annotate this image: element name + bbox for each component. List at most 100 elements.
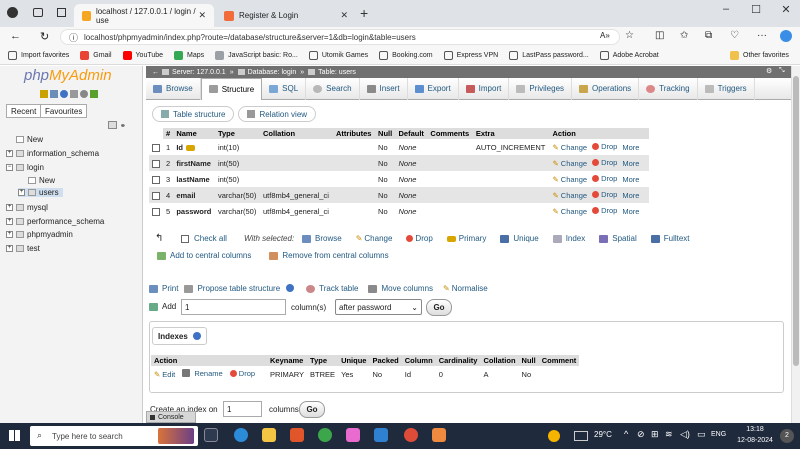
home-icon[interactable] xyxy=(40,90,48,98)
tab-tracking[interactable]: Tracking xyxy=(639,77,698,100)
bookmark-youtube[interactable]: YouTube xyxy=(122,51,163,60)
drop-button[interactable]: Drop xyxy=(592,190,617,199)
more-button[interactable]: More xyxy=(622,191,639,200)
tree-item-login[interactable]: − login xyxy=(6,163,44,172)
clock-date[interactable]: 12-08-2024 xyxy=(730,437,780,444)
tray-app-icon[interactable]: ⊞ xyxy=(651,429,659,440)
row-checkbox[interactable] xyxy=(152,207,160,216)
gear-icon[interactable]: ⚙ xyxy=(766,67,772,75)
tab-import[interactable]: Import xyxy=(459,77,510,100)
tab-triggers[interactable]: Triggers xyxy=(698,77,755,100)
scrollbar-thumb[interactable] xyxy=(793,76,799,366)
more-button[interactable]: More xyxy=(622,143,639,152)
tab-insert[interactable]: Insert xyxy=(360,77,408,100)
tree-item-information-schema[interactable]: + information_schema xyxy=(6,149,99,158)
expand-icon[interactable]: + xyxy=(18,189,25,196)
task-view-icon[interactable] xyxy=(204,428,218,442)
more-button[interactable]: More xyxy=(622,207,639,216)
settings-icon[interactable] xyxy=(80,90,88,98)
more-button[interactable]: More xyxy=(622,175,639,184)
bookmark-gmail[interactable]: Gmail xyxy=(80,51,112,60)
collections-icon[interactable]: ⧉ xyxy=(705,30,712,41)
tree-item-users[interactable]: + users xyxy=(18,188,63,197)
window-close-icon[interactable]: ✕ xyxy=(771,3,800,16)
clock-time[interactable]: 13:18 xyxy=(740,426,770,433)
bookmark-express-vpn[interactable]: Express VPN xyxy=(443,51,498,60)
expand-icon[interactable]: + xyxy=(6,231,13,238)
tab-sql[interactable]: SQL xyxy=(262,77,307,100)
wifi-icon[interactable]: ≋ xyxy=(665,429,673,440)
drop-button[interactable]: Drop xyxy=(592,206,617,215)
battery-icon[interactable]: ▭ xyxy=(697,429,706,440)
subtab-relation-view[interactable]: Relation view xyxy=(238,106,317,122)
collapse-arrow-icon[interactable]: ← xyxy=(152,69,159,76)
tree-item-login-new[interactable]: New xyxy=(28,176,55,185)
subtab-table-structure[interactable]: Table structure xyxy=(152,106,235,122)
bookmark-utomik[interactable]: Utomik Games xyxy=(308,51,368,60)
docs-icon[interactable] xyxy=(70,90,78,98)
reload-icon[interactable]: ↻ xyxy=(40,30,49,43)
minimize-icon[interactable]: – xyxy=(711,3,741,15)
add-columns-input[interactable]: 1 xyxy=(181,299,286,315)
logout-icon[interactable] xyxy=(50,90,58,98)
bulk-unique-button[interactable]: Unique xyxy=(500,234,539,243)
keyboard-icon[interactable] xyxy=(574,431,588,441)
temperature[interactable]: 29°C xyxy=(594,430,612,439)
tab-phpmyadmin[interactable]: localhost / 127.0.0.1 / login / use ✕ xyxy=(74,4,214,27)
print-button[interactable]: Print xyxy=(149,284,178,293)
breadcrumb-table[interactable]: Table: users xyxy=(318,69,356,76)
breadcrumb-server[interactable]: Server: 127.0.0.1 xyxy=(172,69,226,76)
tree-item-test[interactable]: + test xyxy=(6,244,40,253)
favorites-icon[interactable]: ✩ xyxy=(680,30,688,41)
drop-button[interactable]: Drop xyxy=(592,174,617,183)
console-toggle[interactable]: Console xyxy=(146,411,196,423)
remove-central-columns-button[interactable]: Remove from central columns xyxy=(269,251,389,260)
tree-item-new[interactable]: New xyxy=(16,135,43,144)
split-screen-icon[interactable]: ◫ xyxy=(655,30,664,41)
expand-icon[interactable]: + xyxy=(6,150,13,157)
read-aloud-icon[interactable]: A» xyxy=(600,31,610,40)
chrome-profile-icon[interactable] xyxy=(404,428,418,442)
browser-essentials-icon[interactable]: ♡ xyxy=(730,30,739,41)
expand-icon[interactable]: + xyxy=(6,245,13,252)
change-button[interactable]: ✎ Change xyxy=(552,143,587,152)
file-explorer-icon[interactable] xyxy=(262,428,276,442)
tree-item-phpmyadmin[interactable]: + phpmyadmin xyxy=(6,230,73,239)
windows-start-icon[interactable] xyxy=(9,430,20,441)
bulk-browse-button[interactable]: Browse xyxy=(302,234,342,243)
xampp-icon[interactable] xyxy=(432,428,446,442)
more-menu-icon[interactable]: ··· xyxy=(757,30,767,41)
row-checkbox[interactable] xyxy=(152,175,160,184)
notification-icon[interactable]: 2 xyxy=(780,429,794,443)
index-edit-button[interactable]: ✎ Edit xyxy=(154,370,175,379)
bookmark-adobe[interactable]: Adobe Acrobat xyxy=(599,51,659,60)
reload-nav-icon[interactable] xyxy=(90,90,98,98)
tab-search[interactable]: Search xyxy=(306,77,360,100)
close-icon[interactable]: ✕ xyxy=(198,10,206,21)
row-checkbox[interactable] xyxy=(152,191,160,200)
maximize-icon[interactable]: ☐ xyxy=(741,3,771,16)
app-icon[interactable] xyxy=(346,428,360,442)
tab-register-login[interactable]: Register & Login ✕ xyxy=(216,4,356,27)
collapse-top-icon[interactable]: ⤡ xyxy=(779,67,785,75)
more-button[interactable]: More xyxy=(622,159,639,168)
bulk-change-button[interactable]: ✎ Change xyxy=(356,234,393,243)
bulk-drop-button[interactable]: Drop xyxy=(406,234,433,243)
bulk-index-button[interactable]: Index xyxy=(552,234,585,243)
check-all-checkbox[interactable] xyxy=(181,234,189,243)
move-columns-button[interactable]: Move columns xyxy=(368,284,433,293)
taskbar-search[interactable]: ⌕ Type here to search xyxy=(30,426,198,446)
tab-browse[interactable]: Browse xyxy=(146,77,201,100)
tab-structure[interactable]: Structure xyxy=(200,77,263,100)
expand-icon[interactable]: + xyxy=(6,204,13,211)
tab-operations[interactable]: Operations xyxy=(572,77,640,100)
close-icon[interactable]: ✕ xyxy=(340,10,348,21)
bulk-spatial-button[interactable]: Spatial xyxy=(599,234,637,243)
bookmark-booking[interactable]: Booking.com xyxy=(379,51,433,60)
url-field[interactable]: ⓘ localhost/phpmyadmin/index.php?route=/… xyxy=(60,29,620,45)
check-all-label[interactable]: Check all xyxy=(194,234,227,243)
phpmyadmin-logo[interactable]: phpMyAdmin xyxy=(24,67,112,84)
tree-item-performance-schema[interactable]: + performance_schema xyxy=(6,217,104,226)
info-icon[interactable]: ⓘ xyxy=(69,31,78,44)
bookmark-lastpass[interactable]: LastPass password... xyxy=(509,51,589,60)
